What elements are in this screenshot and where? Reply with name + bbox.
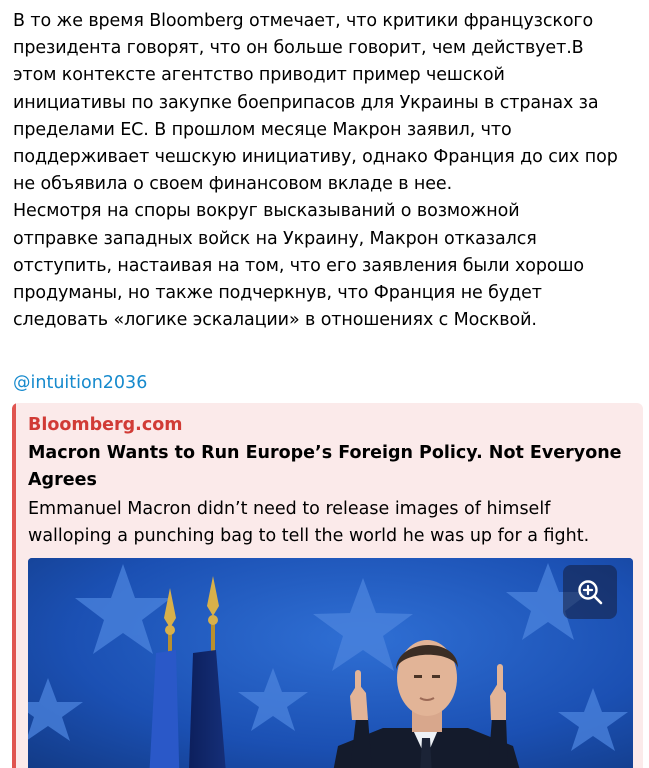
link-preview-description: Emmanuel Macron didn’t need to release i… xyxy=(28,496,633,550)
link-preview-accent-bar xyxy=(12,403,16,768)
message-text-line: В то же время Bloomberg отмечает, что кр… xyxy=(13,11,594,31)
link-preview-card[interactable]: Bloomberg.com Macron Wants to Run Europe… xyxy=(12,403,643,768)
link-preview-title-line: Macron Wants to Run Europe’s Foreign Pol… xyxy=(28,443,622,463)
zoom-button[interactable] xyxy=(563,565,617,619)
message-text-line: пределами ЕС. В прошлом месяце Макрон за… xyxy=(13,119,512,140)
message-text-line: отступить, настаивая на том, что его зая… xyxy=(13,255,584,276)
message-text-line: отправке западных войск на Украину, Макр… xyxy=(13,228,537,249)
message-text-line: президента говорят, что он больше говори… xyxy=(13,38,584,59)
link-preview-description-line: walloping a punching bag to tell the wor… xyxy=(28,526,590,546)
message-text-line: не объявила о своем финансовом вкладе в … xyxy=(13,174,453,195)
link-preview-photo[interactable] xyxy=(28,558,633,768)
link-preview-title-line: Agrees xyxy=(28,470,97,490)
link-preview-site-name: Bloomberg.com xyxy=(28,415,183,435)
message-text-line: поддерживает чешскую инициативу, однако … xyxy=(13,147,618,168)
message-text-line: инициативы по закупке боеприпасов для Ук… xyxy=(13,92,599,113)
message-text-line: следовать «логике эскалации» в отношения… xyxy=(13,310,537,331)
zoom-in-icon xyxy=(578,580,603,605)
message-post: В то же время Bloomberg отмечает, что кр… xyxy=(0,0,649,768)
message-text-line: продуманы, но также подчеркнув, что Фран… xyxy=(13,283,542,304)
link-preview-description-line: Emmanuel Macron didn’t need to release i… xyxy=(28,499,551,519)
channel-mention-link[interactable]: @intuition2036 xyxy=(13,371,147,395)
link-preview-title: Macron Wants to Run Europe’s Foreign Pol… xyxy=(28,440,633,494)
photo-macron-eu-flag xyxy=(28,558,633,768)
message-text-line: Несмотря на споры вокруг высказываний о … xyxy=(13,201,520,222)
message-text: В то же время Bloomberg отмечает, что кр… xyxy=(13,8,647,334)
message-text-line: этом контексте агентство приводит пример… xyxy=(13,65,505,86)
